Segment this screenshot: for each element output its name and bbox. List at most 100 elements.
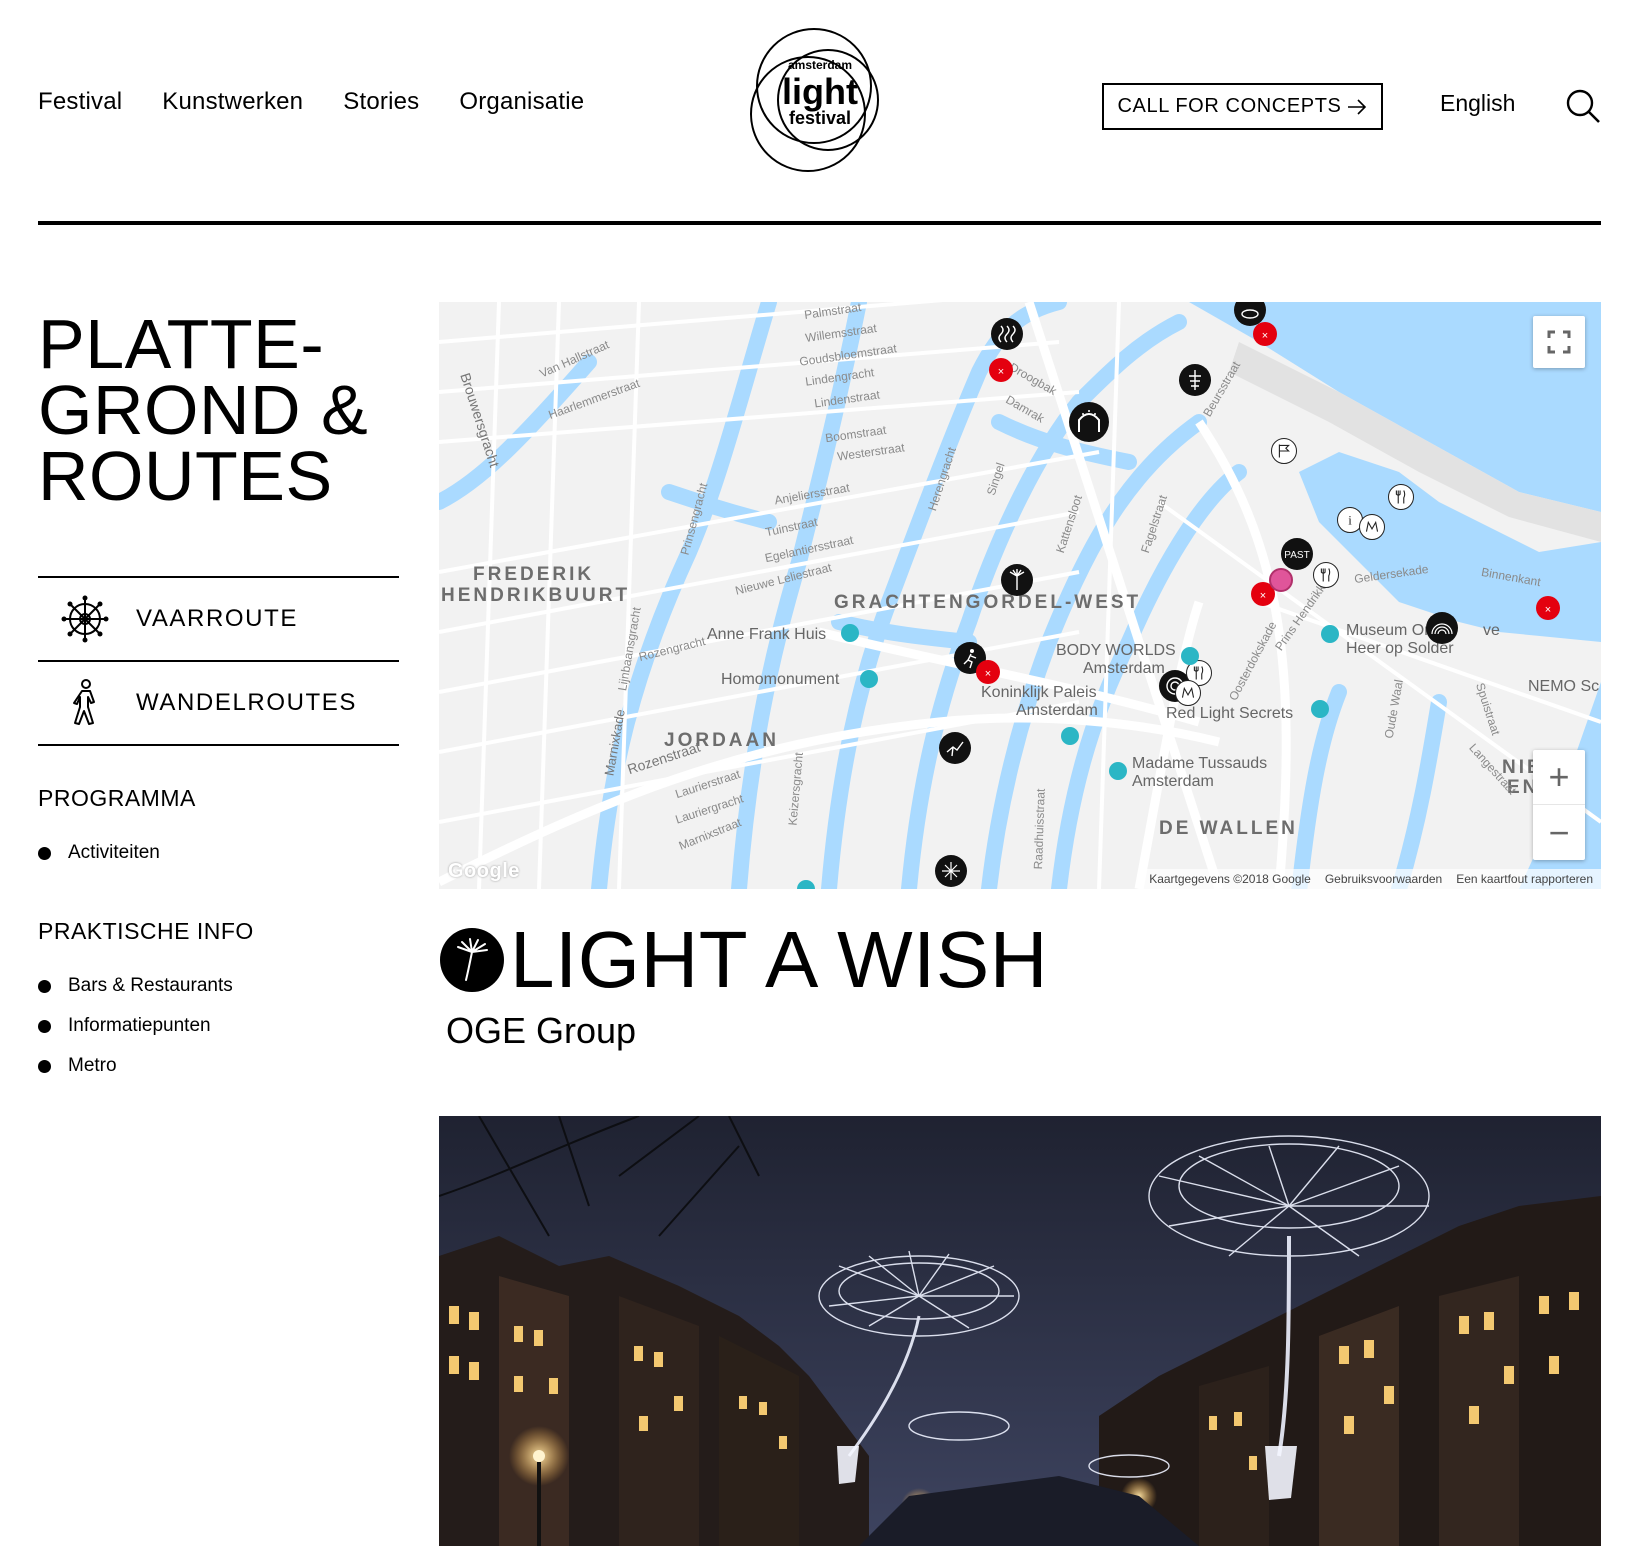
flag-marker[interactable] <box>1271 438 1297 464</box>
logo-line-2: light <box>782 71 858 112</box>
camera-poi-icon[interactable] <box>1061 727 1079 745</box>
fork-knife-icon <box>1395 490 1406 504</box>
map-poi-label: Amsterdam <box>1016 702 1098 719</box>
past-icon: PAST <box>1284 550 1309 561</box>
google-logo[interactable]: Google <box>448 860 520 883</box>
xxx-icon: × <box>1262 330 1268 342</box>
ship-wheel-icon <box>61 595 109 643</box>
terms-link[interactable]: Gebruiksvoorwaarden <box>1325 872 1442 886</box>
map[interactable]: FREDERIK HENDRIKBUURT GRACHTENGORDEL-WES… <box>439 302 1601 889</box>
map-poi-label: Anne Frank Huis <box>707 626 827 643</box>
list-item[interactable]: Metro <box>38 1046 233 1086</box>
event-marker[interactable]: × <box>1536 596 1560 620</box>
map-poi-label: BODY WORLDS <box>1056 642 1176 659</box>
header-divider <box>38 221 1601 225</box>
dandelion-icon <box>1009 569 1025 590</box>
artwork-artist: OGE Group <box>446 1010 637 1051</box>
artwork-marker[interactable] <box>939 732 971 764</box>
antenna-icon <box>1189 370 1201 390</box>
metro-icon <box>1181 686 1195 698</box>
map-poi-label: Homomonument <box>721 671 840 688</box>
svg-text:×: × <box>1545 604 1551 616</box>
festival-logo[interactable]: amsterdam light festival <box>738 22 890 182</box>
logo-line-3: festival <box>789 108 851 128</box>
museum-poi-icon[interactable] <box>1181 647 1199 665</box>
artwork-marker[interactable] <box>1426 612 1458 644</box>
artwork-marker[interactable] <box>1069 402 1109 442</box>
map-data-credit: Kaartgegevens ©2018 Google <box>1149 872 1311 886</box>
museum-poi-icon[interactable] <box>1109 762 1127 780</box>
event-marker[interactable]: × <box>989 358 1013 382</box>
map-poi-label: Amsterdam <box>1083 660 1165 677</box>
restaurant-marker[interactable] <box>1313 562 1339 588</box>
map-area-label: HENDRIKBUURT <box>441 585 631 606</box>
fullscreen-icon <box>1547 330 1571 354</box>
report-error-link[interactable]: Een kaartfout rapporteren <box>1456 872 1593 886</box>
dandelion-icon <box>440 928 504 992</box>
nav-festival[interactable]: Festival <box>38 88 122 116</box>
praktische-info-heading: PRAKTISCHE INFO <box>38 918 254 944</box>
arrow-right-icon <box>1348 98 1367 115</box>
map-attribution: Kaartgegevens ©2018 Google Gebruiksvoorw… <box>1141 869 1601 889</box>
route-wandelroutes[interactable]: WANDELROUTES <box>38 662 399 746</box>
artwork-photo <box>439 1116 1601 1546</box>
nav-kunstwerken[interactable]: Kunstwerken <box>162 88 303 116</box>
museum-poi-icon[interactable] <box>841 624 859 642</box>
praktische-info-list: Bars & Restaurants Informatiepunten Metr… <box>38 966 233 1086</box>
zoom-out-button[interactable]: − <box>1533 805 1585 860</box>
restaurant-marker[interactable] <box>1388 484 1414 510</box>
main-nav: Festival Kunstwerken Stories Organisatie <box>38 88 584 116</box>
museum-poi-icon[interactable] <box>1321 625 1339 643</box>
fullscreen-button[interactable] <box>1533 316 1585 368</box>
waves-icon <box>998 325 1016 343</box>
route-label-vaarroute: VAARROUTE <box>136 605 298 632</box>
list-item-label: Informatiepunten <box>68 1015 211 1036</box>
search-icon[interactable] <box>1565 88 1601 124</box>
list-item-label: Metro <box>68 1055 117 1076</box>
route-label-wandelroutes: WANDELROUTES <box>136 689 357 716</box>
nav-stories[interactable]: Stories <box>343 88 419 116</box>
artwork-marker[interactable] <box>991 318 1023 350</box>
metro-icon <box>1365 520 1379 532</box>
metro-marker[interactable] <box>1175 680 1201 706</box>
list-item-label: Bars & Restaurants <box>68 975 233 996</box>
artwork-marker-light-a-wish[interactable] <box>1001 564 1033 596</box>
artwork-marker[interactable] <box>1179 364 1211 396</box>
metro-marker[interactable] <box>1359 514 1385 540</box>
map-street-label: Raadhuisstraat <box>1030 788 1048 870</box>
map-poi-label: Red Light Secrets <box>1166 705 1294 722</box>
bullet-icon <box>38 1019 51 1033</box>
museum-poi-icon[interactable] <box>1311 700 1329 718</box>
route-vaarroute[interactable]: VAARROUTE <box>38 578 399 662</box>
list-item[interactable]: Informatiepunten <box>38 1006 233 1046</box>
artwork-marker[interactable]: PAST <box>1281 538 1313 570</box>
list-item[interactable]: Activiteiten <box>38 833 160 873</box>
language-switch[interactable]: English <box>1440 90 1515 117</box>
title-line-3: ROUTES <box>38 437 333 515</box>
zoom-in-button[interactable]: + <box>1533 750 1585 805</box>
monument-poi-icon[interactable] <box>860 670 878 688</box>
bullet-icon <box>38 979 51 993</box>
map-area-label: GRACHTENGORDEL-WEST <box>834 592 1142 613</box>
map-poi-label: ve <box>1483 622 1500 639</box>
highlight-marker[interactable] <box>1269 568 1293 592</box>
zoom-control: + − <box>1533 750 1585 860</box>
xxx-icon: × <box>998 366 1004 378</box>
svg-text:×: × <box>1260 590 1266 602</box>
event-marker[interactable]: × <box>1253 322 1277 346</box>
map-poi-label: Koninklijk Paleis <box>981 684 1097 701</box>
xxx-icon: × <box>1545 604 1551 616</box>
programma-list: Activiteiten <box>38 833 160 873</box>
nav-organisatie[interactable]: Organisatie <box>459 88 584 116</box>
rainbow-icon <box>1431 623 1453 635</box>
svg-text:×: × <box>998 366 1004 378</box>
list-item-label: Activiteiten <box>68 842 160 863</box>
event-marker[interactable]: × <box>976 660 1000 684</box>
list-item[interactable]: Bars & Restaurants <box>38 966 233 1006</box>
artwork-marker[interactable] <box>935 855 967 887</box>
route-list: VAARROUTE WANDELROUTES <box>38 576 399 746</box>
map-poi-label: Madame Tussauds <box>1132 755 1268 772</box>
svg-text:×: × <box>1262 330 1268 342</box>
call-for-concepts-button[interactable]: CALL FOR CONCEPTS <box>1102 83 1383 130</box>
fork-knife-icon <box>1320 568 1331 582</box>
